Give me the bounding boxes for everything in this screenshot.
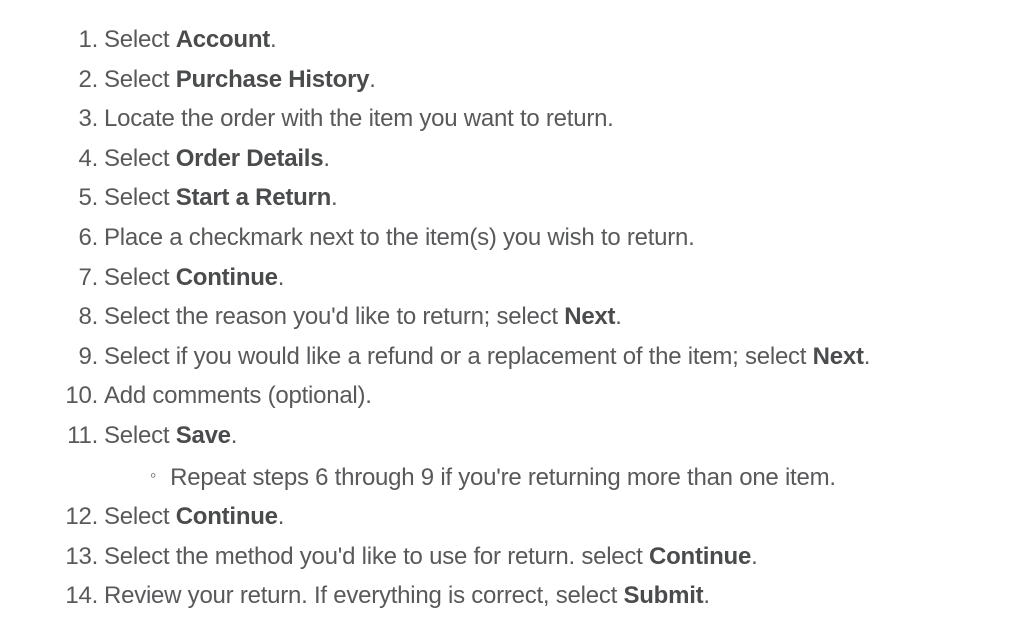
step-item: Select Account.	[30, 20, 994, 60]
step-text: Select Order Details.	[104, 139, 994, 179]
step-item: Select the method you'd like to use for …	[30, 537, 994, 577]
step-text: Add comments (optional).	[104, 376, 994, 416]
step-item: Select Save.Repeat steps 6 through 9 if …	[30, 416, 994, 497]
return-steps-list: Select Account.Select Purchase History.L…	[30, 20, 994, 616]
sub-step-item: Repeat steps 6 through 9 if you're retur…	[104, 458, 994, 498]
step-item: Select Order Details.	[30, 139, 994, 179]
step-item: Review your return. If everything is cor…	[30, 576, 994, 616]
step-item: Select Continue.	[30, 258, 994, 298]
step-item: Add comments (optional).	[30, 376, 994, 416]
step-item: Select if you would like a refund or a r…	[30, 337, 994, 377]
step-item: Locate the order with the item you want …	[30, 99, 994, 139]
step-item: Select the reason you'd like to return; …	[30, 297, 994, 337]
step-text: Select Continue.	[104, 258, 994, 298]
step-text: Place a checkmark next to the item(s) yo…	[104, 218, 994, 258]
step-item: Place a checkmark next to the item(s) yo…	[30, 218, 994, 258]
step-text: Review your return. If everything is cor…	[104, 576, 994, 616]
step-text: Select the method you'd like to use for …	[104, 537, 994, 577]
step-text: Select Account.	[104, 20, 994, 60]
step-text: Select Save.	[104, 416, 994, 456]
step-item: Select Start a Return.	[30, 178, 994, 218]
step-text: Select Purchase History.	[104, 60, 994, 100]
step-item: Select Continue.	[30, 497, 994, 537]
sub-step-list: Repeat steps 6 through 9 if you're retur…	[104, 458, 994, 498]
step-text: Select Continue.	[104, 497, 994, 537]
step-text: Select if you would like a refund or a r…	[104, 337, 994, 377]
step-text: Select Start a Return.	[104, 178, 994, 218]
step-item: Select Purchase History.	[30, 60, 994, 100]
step-text: Locate the order with the item you want …	[104, 99, 994, 139]
sub-step-text: Repeat steps 6 through 9 if you're retur…	[170, 458, 836, 498]
step-text: Select the reason you'd like to return; …	[104, 297, 994, 337]
